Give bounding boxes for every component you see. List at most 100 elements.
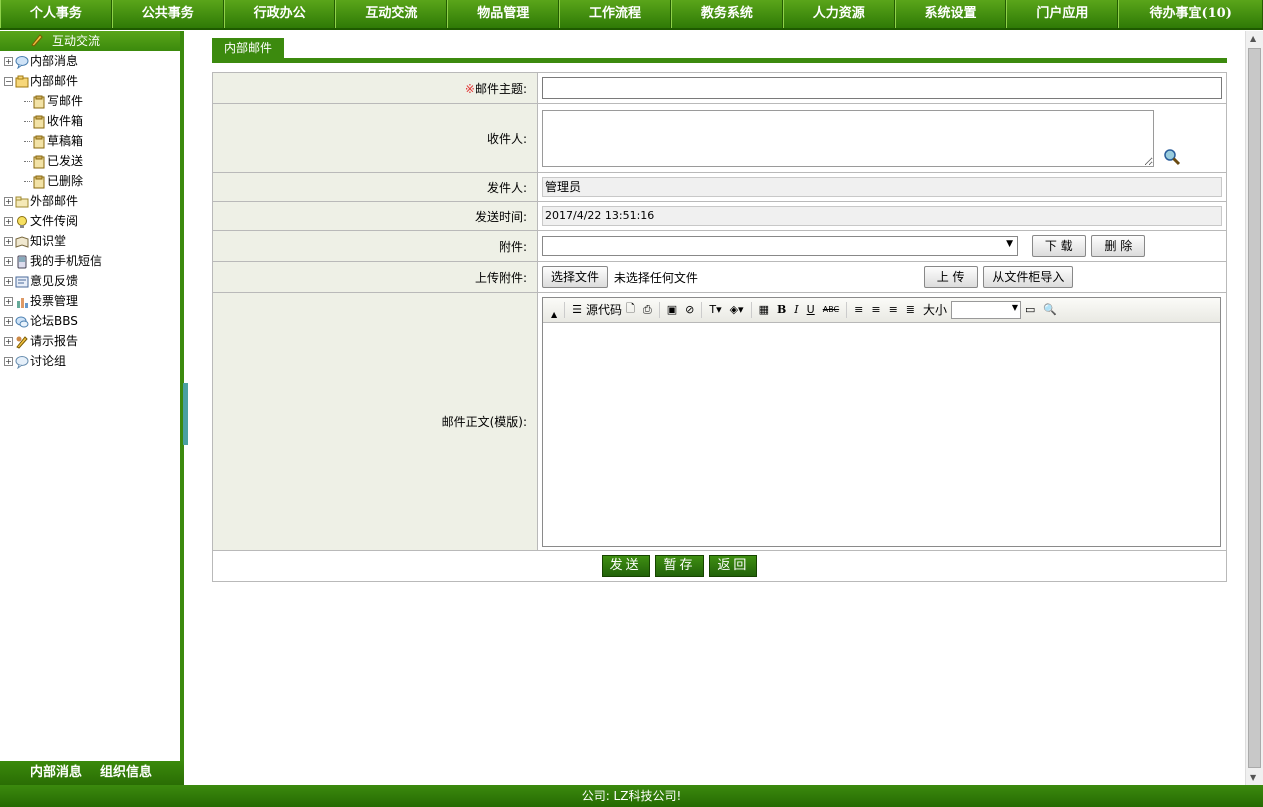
flash-icon[interactable]: ⊘ <box>685 303 694 316</box>
tree-expander-icon[interactable]: + <box>4 197 13 206</box>
folder-icon <box>15 196 29 207</box>
download-button[interactable]: 下 载 <box>1031 235 1086 257</box>
sidebar-item-13[interactable]: + 投票管理 <box>0 291 180 311</box>
scrollbar-thumb[interactable] <box>1248 48 1261 768</box>
sidebar-item-7[interactable]: 已删除 <box>0 171 180 191</box>
clipboard-icon <box>33 175 45 188</box>
scroll-up-icon[interactable]: ▲ <box>1250 34 1256 43</box>
mail-form: ※邮件主题: 收件人: 发件人: 管理员 发送时间: 2017/4/22 13:… <box>212 72 1227 582</box>
sidebar-item-12[interactable]: + 意见反馈 <box>0 271 180 291</box>
source-code-icon[interactable]: ☰ <box>572 303 582 316</box>
nav-personal-affairs[interactable]: 个人事务 <box>0 0 112 28</box>
tree-expander-icon[interactable]: + <box>4 357 13 366</box>
sidebar-item-label: 我的手机短信 <box>30 254 103 268</box>
chat-bubble-icon <box>15 55 29 69</box>
tab-internal-mail[interactable]: 内部邮件 <box>212 38 285 58</box>
sidebar-item-5[interactable]: 草稿箱 <box>0 131 180 151</box>
sidebar-item-9[interactable]: + 文件传阅 <box>0 211 180 231</box>
sidebar-item-1[interactable]: + 内部消息 <box>0 51 180 71</box>
editor-body[interactable] <box>543 322 1220 546</box>
sidebar-item-2[interactable]: − 内部邮件 <box>0 71 180 91</box>
tree-expander-icon[interactable]: + <box>4 57 13 66</box>
sidebar-item-label: 写邮件 <box>47 94 84 108</box>
choose-file-button[interactable]: 选择文件 <box>542 266 609 288</box>
sidebar-item-label: 内部消息 <box>30 54 79 68</box>
background-color-icon[interactable]: ◈▾ <box>730 303 744 316</box>
upload-button[interactable]: 上 传 <box>923 266 978 288</box>
sidebar-footer-messages[interactable]: 内部消息 <box>30 765 82 780</box>
sidebar-item-8[interactable]: + 外部邮件 <box>0 191 180 211</box>
tree-expander-icon[interactable]: + <box>4 217 13 226</box>
text-color-icon[interactable]: T▾ <box>709 303 721 316</box>
import-from-cabinet-button[interactable]: 从文件柜导入 <box>983 266 1074 288</box>
toolbar-size-label: 大小 <box>923 303 948 317</box>
align-left-icon[interactable]: ≡ <box>854 303 863 316</box>
attachment-select[interactable]: ▼ <box>542 236 1018 256</box>
nav-interaction[interactable]: 互动交流 <box>335 0 448 28</box>
no-file-text: 未选择任何文件 <box>613 270 698 285</box>
search-contacts-icon[interactable] <box>1162 147 1182 167</box>
sidebar-item-14[interactable]: + 论坛BBS <box>0 311 180 331</box>
nav-todo[interactable]: 待办事宜(10) <box>1118 0 1263 28</box>
italic-icon[interactable]: I <box>794 303 798 316</box>
phone-icon <box>17 255 27 268</box>
report-icon <box>16 335 28 349</box>
font-size-select[interactable]: ▼ <box>951 300 1022 319</box>
subject-input[interactable] <box>542 77 1222 99</box>
nav-system-settings[interactable]: 系统设置 <box>894 0 1007 28</box>
bold-icon[interactable]: B <box>777 303 786 316</box>
nav-education-system[interactable]: 教务系统 <box>670 0 783 28</box>
page-footer: 公司: LZ科技公司! <box>0 785 1263 807</box>
rich-text-editor: ▲ ☰ 源代码 🗋 ⎙ ▣ ⊘ T▾ ◈▾ ▦ B I U ABC ≡ ≡ ≡ ≣… <box>542 296 1221 547</box>
sidebar-item-15[interactable]: + 请示报告 <box>0 331 180 351</box>
tree-expander-icon[interactable]: + <box>4 237 13 246</box>
book-icon <box>15 235 29 248</box>
delete-button[interactable]: 删 除 <box>1091 235 1146 257</box>
table-icon[interactable]: ▦ <box>759 303 769 316</box>
print-icon[interactable]: ⎙ <box>643 303 652 317</box>
save-draft-button[interactable]: 暂存 <box>655 555 704 577</box>
align-right-icon[interactable]: ≡ <box>889 303 898 316</box>
image-icon[interactable]: ▣ <box>667 303 677 316</box>
nav-workflow[interactable]: 工作流程 <box>559 0 671 28</box>
scroll-down-icon[interactable]: ▼ <box>1250 773 1256 782</box>
back-button[interactable]: 返回 <box>709 555 758 577</box>
tree-expander-icon[interactable]: + <box>4 257 13 266</box>
sidebar-item-11[interactable]: + 我的手机短信 <box>0 251 180 271</box>
tree-expander-icon[interactable]: + <box>4 317 13 326</box>
toolbar-source-label[interactable]: 源代码 <box>586 301 622 318</box>
recipient-label: 收件人: <box>212 103 538 173</box>
tree-expander-icon[interactable]: − <box>4 77 13 86</box>
underline-icon[interactable]: U <box>807 303 815 316</box>
sidebar-item-label: 文件传阅 <box>30 214 79 228</box>
tree-expander-icon[interactable]: + <box>4 297 13 306</box>
nav-portal-apps[interactable]: 门户应用 <box>1006 0 1119 28</box>
sidebar-item-10[interactable]: + 知识堂 <box>0 231 180 251</box>
sidebar-item-label: 意见反馈 <box>30 274 79 288</box>
sidebar-footer-org-info[interactable]: 组织信息 <box>100 765 152 780</box>
toolbar-collapse-icon[interactable]: ▲ <box>551 310 557 319</box>
nav-admin-office[interactable]: 行政办公 <box>223 0 336 28</box>
justify-icon[interactable]: ≣ <box>906 303 915 316</box>
nav-goods-management[interactable]: 物品管理 <box>447 0 560 28</box>
sidebar-item-16[interactable]: + 讨论组 <box>0 351 180 371</box>
maximize-icon[interactable]: ▭ <box>1025 303 1035 316</box>
strikethrough-icon[interactable]: ABC <box>823 305 839 314</box>
sidebar-item-6[interactable]: 已发送 <box>0 151 180 171</box>
new-page-icon[interactable]: 🗋 <box>626 300 635 319</box>
vertical-scrollbar[interactable]: ▲ ▼ <box>1245 31 1263 785</box>
nav-public-affairs[interactable]: 公共事务 <box>111 0 224 28</box>
sidebar-item-3[interactable]: 写邮件 <box>0 91 180 111</box>
send-button[interactable]: 发送 <box>601 555 650 577</box>
sidebar-header: 互动交流 <box>0 31 180 51</box>
tree-expander-icon[interactable]: + <box>4 337 13 346</box>
body-label: 邮件正文(模版): <box>212 292 538 551</box>
align-center-icon[interactable]: ≡ <box>871 303 880 316</box>
recipient-textarea[interactable] <box>542 109 1154 167</box>
sidebar-item-4[interactable]: 收件箱 <box>0 111 180 131</box>
sender-label: 发件人: <box>212 172 538 202</box>
preview-icon[interactable]: 🔍 <box>1043 303 1057 316</box>
tree-expander-icon[interactable]: + <box>4 277 13 286</box>
nav-human-resources[interactable]: 人力资源 <box>782 0 895 28</box>
chevron-down-icon: ▼ <box>1006 239 1013 249</box>
